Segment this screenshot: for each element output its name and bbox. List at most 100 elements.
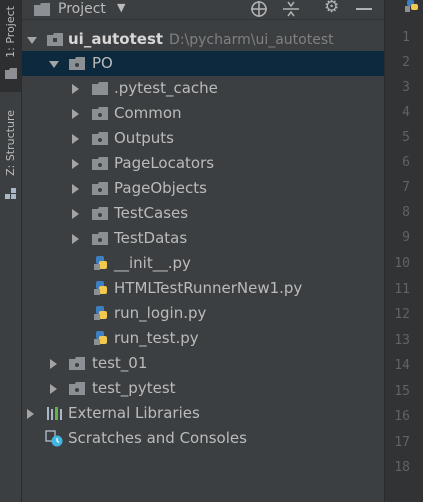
line-number: 8 <box>402 205 410 220</box>
tree-node-label: run_login.py <box>114 304 207 322</box>
line-number: 7 <box>402 180 410 195</box>
tree-node-external-libraries[interactable]: External Libraries <box>22 401 384 426</box>
line-number: 13 <box>394 333 410 348</box>
collapse-all-icon[interactable] <box>283 1 299 17</box>
package-folder-icon <box>92 132 108 145</box>
python-file-icon <box>94 256 107 270</box>
package-folder-icon <box>92 207 108 220</box>
line-number: 2 <box>402 55 410 70</box>
scratches-icon <box>45 430 63 447</box>
globe-target-icon[interactable] <box>250 0 268 18</box>
tree-node-folder[interactable]: TestDatas <box>22 226 384 251</box>
tree-node-folder[interactable]: PageObjects <box>22 176 384 201</box>
tree-node-file[interactable]: run_login.py <box>22 301 384 326</box>
package-folder-icon <box>69 57 85 70</box>
project-tree: ui_autotest D:\pycharm\ui_autotest PO .py… <box>22 27 384 502</box>
tree-node-label: HTMLTestRunnerNew1.py <box>114 279 303 297</box>
project-panel-header: Project ▼ ⚙ <box>22 0 384 20</box>
root-folder-name: ui_autotest <box>68 30 164 48</box>
package-folder-icon <box>92 182 108 195</box>
tree-node-file[interactable]: run_test.py <box>22 326 384 351</box>
structure-tool-tab[interactable]: Z: Structure <box>0 108 21 204</box>
library-icon <box>47 407 62 420</box>
tree-node-label: TestCases <box>114 204 189 222</box>
root-folder-path: D:\pycharm\ui_autotest <box>169 32 334 48</box>
package-folder-icon <box>92 232 108 245</box>
line-number: 11 <box>394 282 410 297</box>
structure-tool-tab-label: Z: Structure <box>4 110 17 176</box>
gear-icon[interactable]: ⚙ <box>324 0 339 17</box>
tree-node-label: test_pytest <box>92 379 176 397</box>
tree-node-root[interactable]: ui_autotest D:\pycharm\ui_autotest <box>22 27 384 52</box>
line-number: 1 <box>402 30 410 45</box>
package-folder-icon <box>92 107 108 120</box>
tree-node-folder[interactable]: .pytest_cache <box>22 76 384 101</box>
tree-node-po[interactable]: PO <box>22 51 384 76</box>
tree-node-folder[interactable]: test_01 <box>22 351 384 376</box>
python-file-tab-icon[interactable] <box>405 0 421 12</box>
line-number: 6 <box>402 155 410 170</box>
collapse-arrow-icon[interactable] <box>50 359 57 369</box>
line-number: 3 <box>402 80 410 95</box>
tree-node-label: PageLocators <box>114 154 215 172</box>
expand-arrow-icon[interactable] <box>27 37 37 44</box>
chevron-down-icon[interactable]: ▼ <box>117 1 125 14</box>
line-number: 4 <box>402 105 410 120</box>
folder-icon <box>5 68 17 79</box>
collapse-arrow-icon[interactable] <box>72 184 79 194</box>
tree-node-label: .pytest_cache <box>114 79 218 97</box>
collapse-arrow-icon[interactable] <box>72 159 79 169</box>
tree-node-folder[interactable]: test_pytest <box>22 376 384 401</box>
tree-node-label: Common <box>114 104 182 122</box>
collapse-arrow-icon[interactable] <box>72 134 79 144</box>
project-tool-tab[interactable]: 1: Project <box>0 0 21 92</box>
line-number: 9 <box>402 230 410 245</box>
line-number: 15 <box>394 384 410 399</box>
tree-node-folder[interactable]: Outputs <box>22 126 384 151</box>
tree-node-file[interactable]: HTMLTestRunnerNew1.py <box>22 276 384 301</box>
line-number: 17 <box>394 435 410 450</box>
tree-node-label: PO <box>92 54 113 72</box>
line-number: 16 <box>394 409 410 424</box>
tree-node-label: TestDatas <box>114 229 188 247</box>
python-file-icon <box>94 306 107 320</box>
tree-node-folder[interactable]: Common <box>22 101 384 126</box>
collapse-arrow-icon[interactable] <box>72 209 79 219</box>
collapse-arrow-icon[interactable] <box>72 84 79 94</box>
package-folder-icon <box>92 157 108 170</box>
minimize-icon[interactable] <box>356 8 372 11</box>
python-file-icon <box>94 281 107 295</box>
collapse-arrow-icon[interactable] <box>27 409 34 419</box>
python-file-icon <box>94 331 107 345</box>
project-tool-tab-label: 1: Project <box>4 6 17 58</box>
tree-node-scratches[interactable]: Scratches and Consoles <box>22 426 384 451</box>
tree-node-label: Scratches and Consoles <box>68 429 247 447</box>
line-number: 14 <box>394 358 410 373</box>
package-folder-icon <box>69 382 85 395</box>
project-folder-icon <box>34 3 50 16</box>
collapse-arrow-icon[interactable] <box>72 234 79 244</box>
structure-icon <box>5 188 16 199</box>
tree-node-folder[interactable]: TestCases <box>22 201 384 226</box>
editor-gutter: 1 2 3 4 5 6 7 8 9 10 11 12 13 14 15 16 1… <box>384 0 423 502</box>
expand-arrow-icon[interactable] <box>49 61 59 68</box>
line-number: 18 <box>394 460 410 475</box>
tool-window-strip: 1: Project Z: Structure <box>0 0 22 502</box>
tree-node-label: Outputs <box>114 129 174 147</box>
line-number: 5 <box>402 130 410 145</box>
line-number: 10 <box>394 256 410 271</box>
folder-icon <box>92 82 108 95</box>
collapse-arrow-icon[interactable] <box>50 384 57 394</box>
collapse-arrow-icon[interactable] <box>72 109 79 119</box>
line-number: 12 <box>394 307 410 322</box>
tree-node-label: test_01 <box>92 354 148 372</box>
tree-node-file[interactable]: __init__.py <box>22 251 384 276</box>
tree-node-label: External Libraries <box>68 404 200 422</box>
tree-node-folder[interactable]: PageLocators <box>22 151 384 176</box>
module-folder-icon <box>47 33 63 46</box>
project-view-title[interactable]: Project <box>58 0 106 18</box>
tree-node-label: run_test.py <box>114 329 199 347</box>
tree-node-label: __init__.py <box>114 254 191 272</box>
tree-node-label: PageObjects <box>114 179 207 197</box>
package-folder-icon <box>69 357 85 370</box>
